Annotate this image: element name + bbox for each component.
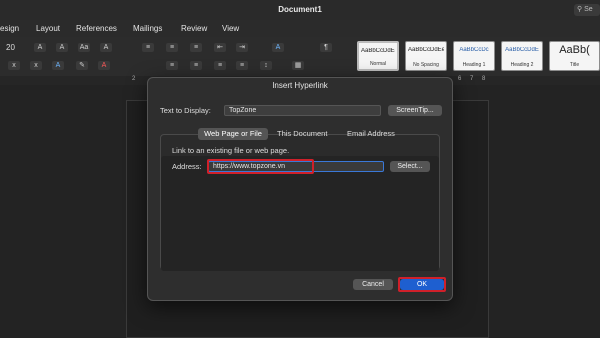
insert-hyperlink-dialog: Insert Hyperlink Text to Display: TopZon… xyxy=(147,77,453,301)
style-sample: AaBbCcDdEe xyxy=(361,48,395,54)
style-label: Heading 2 xyxy=(510,62,534,68)
cancel-button[interactable]: Cancel xyxy=(353,279,393,290)
style-heading-1[interactable]: AaBbCcDc Heading 1 xyxy=(453,41,495,71)
clear-format-icon[interactable]: A xyxy=(100,43,112,52)
superscript-icon[interactable]: x xyxy=(30,61,42,70)
align-center-icon[interactable]: ≡ xyxy=(190,61,202,70)
tab-web-page-or-file[interactable]: Web Page or File xyxy=(198,128,268,140)
document-title: Document1 xyxy=(278,5,322,14)
highlight-box xyxy=(207,159,314,174)
pilcrow-icon[interactable]: ¶ xyxy=(320,43,332,52)
tab-review[interactable]: Review xyxy=(181,24,207,33)
grow-font-icon[interactable]: A xyxy=(34,43,46,52)
tab-email-address[interactable]: Email Address xyxy=(347,128,395,140)
screentip-button[interactable]: ScreenTip... xyxy=(388,105,442,116)
bullets-icon[interactable]: ≡ xyxy=(142,43,154,52)
style-title[interactable]: AaBb( Title xyxy=(549,41,600,71)
text-to-display-label: Text to Display: xyxy=(160,106,211,115)
address-label: Address: xyxy=(172,162,202,171)
tab-mailings[interactable]: Mailings xyxy=(133,24,162,33)
align-left-icon[interactable]: ≡ xyxy=(166,61,178,70)
text-effects-icon[interactable]: A xyxy=(52,61,64,70)
style-label: Heading 1 xyxy=(462,62,486,68)
font-color-icon[interactable]: A xyxy=(98,61,110,70)
tab-design[interactable]: esign xyxy=(0,24,19,33)
text-to-display-field[interactable]: TopZone xyxy=(224,105,381,116)
change-case-icon[interactable]: Aa xyxy=(78,43,90,52)
tab-view[interactable]: View xyxy=(222,24,239,33)
highlight-icon[interactable]: ✎ xyxy=(76,61,88,70)
decrease-indent-icon[interactable]: ⇤ xyxy=(214,43,226,52)
shrink-font-icon[interactable]: A xyxy=(56,43,68,52)
style-normal[interactable]: AaBbCcDdEe Normal xyxy=(357,41,399,71)
ruler-mark: 6 xyxy=(458,76,462,82)
style-label: Normal xyxy=(369,61,387,67)
tab-layout[interactable]: Layout xyxy=(36,24,60,33)
increase-indent-icon[interactable]: ⇥ xyxy=(236,43,248,52)
tab-references[interactable]: References xyxy=(76,24,117,33)
link-hint: Link to an existing file or web page. xyxy=(172,146,290,155)
font-size-select[interactable]: 20 xyxy=(6,43,15,52)
style-sample: AaBbCcDdEe xyxy=(408,47,444,53)
style-sample: AaBbCcDdE xyxy=(505,47,539,53)
subscript-icon[interactable]: x xyxy=(8,61,20,70)
search-input[interactable]: ⚲ Se xyxy=(574,4,600,16)
dialog-title: Insert Hyperlink xyxy=(272,81,328,90)
justify-icon[interactable]: ≡ xyxy=(236,61,248,70)
highlight-box xyxy=(398,277,446,292)
numbering-icon[interactable]: ≡ xyxy=(166,43,178,52)
ribbon: 20 A A Aa A x x A ✎ A ≡ ≡ ≡ ⇤ ⇥ A ≡ ≡ ≡ … xyxy=(0,37,600,77)
select-button[interactable]: Select... xyxy=(390,161,430,172)
ruler-mark: 7 xyxy=(470,76,474,82)
style-no-spacing[interactable]: AaBbCcDdEe No Spacing xyxy=(405,41,447,71)
title-bar: Document1 ⚲ Se xyxy=(0,0,600,20)
search-icon: ⚲ xyxy=(577,6,583,13)
multilevel-icon[interactable]: ≡ xyxy=(190,43,202,52)
style-sample: AaBbCcDc xyxy=(459,47,489,53)
style-label: No Spacing xyxy=(413,62,439,68)
style-sample: AaBb( xyxy=(559,44,590,56)
line-spacing-icon[interactable]: ↕ xyxy=(260,61,272,70)
ribbon-tab-bar: esign Layout References Mailings Review … xyxy=(0,20,600,37)
search-placeholder: Se xyxy=(584,6,593,13)
borders-icon[interactable]: ▦ xyxy=(292,61,304,70)
tab-this-document[interactable]: This Document xyxy=(277,128,327,140)
align-right-icon[interactable]: ≡ xyxy=(214,61,226,70)
style-label: Title xyxy=(569,62,580,68)
style-heading-2[interactable]: AaBbCcDdE Heading 2 xyxy=(501,41,543,71)
ruler-mark: 8 xyxy=(482,76,486,82)
shading-icon[interactable]: A xyxy=(272,43,284,52)
ruler-mark: 2 xyxy=(132,76,136,82)
